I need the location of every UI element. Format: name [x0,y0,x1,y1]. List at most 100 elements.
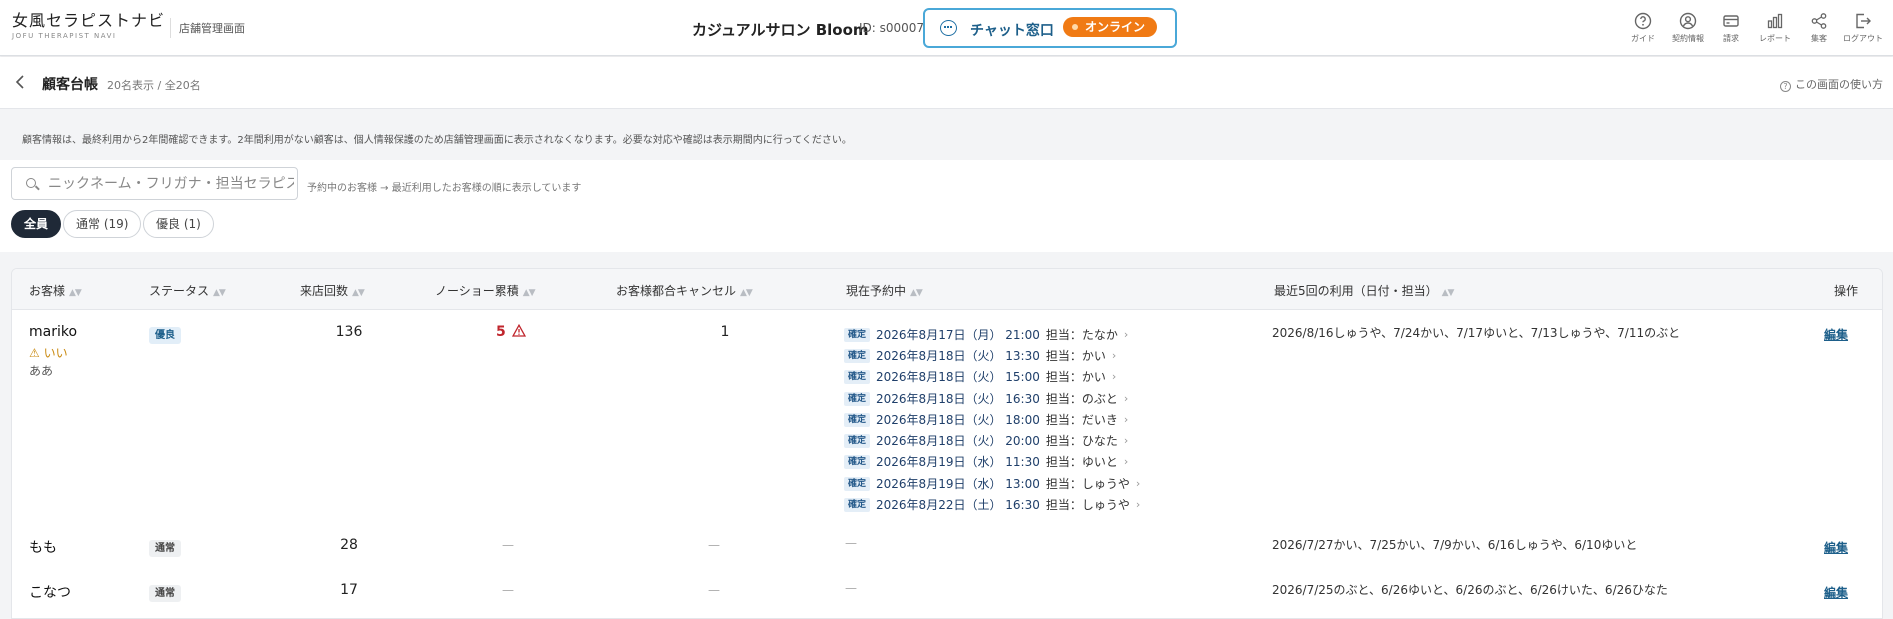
column-status[interactable]: ステータス ▲▼ [149,282,226,299]
current-reservation: — [845,581,857,595]
visit-count: 136 [335,324,363,340]
recent-visits: 2026/7/27かい、7/25かい、7/9かい、6/16しゅうや、6/10ゆい… [1272,538,1638,552]
noshow-count: — [502,583,514,597]
status-badge: 通常 [149,540,181,557]
sort-hint: 予約中のお客様 → 最近利用したお客様の順に表示しています [307,183,582,194]
confirmed-badge: 確定 [844,433,871,448]
nav-label: 請求 [1723,34,1739,43]
reservation-item[interactable]: 確定 2026年8月18日（火） 18:00 担当：だいき › [844,409,1128,427]
nav-marketing[interactable]: 集客 [1796,12,1842,44]
customer-name[interactable]: mariko [29,324,77,340]
reservation-date: 2026年8月17日（月） 21:00 [876,328,1040,342]
chevron-right-icon: › [1123,413,1129,426]
cancel-count: 1 [720,324,730,340]
reservation-staff: 担当：しゅうや [1045,477,1130,491]
nav-billing[interactable]: 請求 [1708,12,1754,44]
reservation-date: 2026年8月18日（火） 16:30 [876,392,1040,406]
chat-bubble-icon [940,20,957,36]
column-cancel[interactable]: お客様都合キャンセル ▲▼ [616,282,753,299]
shop-name: カジュアルサロン Bloom [692,21,869,39]
customer-name[interactable]: こなつ [29,582,71,602]
retention-notice: 顧客情報は、最終利用から2年間確認できます。2年間利用がない顧客は、個人情報保護… [22,135,852,146]
brand-name: 女風セラピストナビ [12,11,166,30]
column-recent-visits[interactable]: 最近5回の利用（日付・担当） ▲▼ [1274,282,1455,299]
chevron-right-icon: › [1123,328,1129,341]
edit-button[interactable]: 編集 [1824,584,1848,601]
column-visits[interactable]: 来店回数 ▲▼ [300,282,365,299]
chat-label: チャット窓口 [970,23,1054,39]
cancel-count: — [708,538,720,552]
column-label: お客様 [29,284,66,298]
online-label: オンライン [1085,20,1146,34]
confirmed-badge: 確定 [844,369,871,384]
column-label: 現在予約中 [846,284,907,298]
chevron-right-icon: › [1111,349,1117,362]
howto-link[interactable]: ? この画面の使い方 [1780,76,1883,92]
reservation-staff: 担当：たなか [1045,328,1118,342]
confirmed-badge: 確定 [844,327,871,342]
customer-name[interactable]: もも [29,537,57,557]
column-current-reservation[interactable]: 現在予約中 ▲▼ [846,282,923,299]
chat-window-button[interactable]: チャット窓口 オンライン [923,8,1177,48]
reservation-item[interactable]: 確定 2026年8月19日（水） 13:00 担当：しゅうや › [844,473,1140,491]
column-label: ステータス [149,284,210,298]
visit-count: 17 [340,582,358,598]
reservation-item[interactable]: 確定 2026年8月18日（火） 20:00 担当：ひなた › [844,430,1128,448]
sort-icon: ▲▼ [69,288,82,298]
help-circle-icon [1634,12,1652,30]
column-action: 操作 [1834,284,1859,298]
reservation-item[interactable]: 確定 2026年8月18日（火） 15:00 担当：かい › [844,366,1116,384]
brand-divider [170,18,171,38]
column-label: 来店回数 [300,284,349,298]
nav-label: ガイド [1631,34,1655,43]
reservation-item[interactable]: 確定 2026年8月18日（火） 13:30 担当：かい › [844,345,1116,363]
reservation-item[interactable]: 確定 2026年8月22日（土） 16:30 担当：しゅうや › [844,494,1140,512]
column-noshow[interactable]: ノーショー累積 ▲▼ [435,282,536,299]
page-title: 顧客台帳 [42,77,98,93]
reservation-staff: 担当：しゅうや [1045,498,1130,512]
back-chevron-icon[interactable] [14,74,28,90]
chevron-right-icon: › [1123,392,1129,405]
search-input[interactable] [48,173,294,195]
nav-label: ログアウト [1843,34,1883,43]
reservation-item[interactable]: 確定 2026年8月18日（火） 16:30 担当：のぶと › [844,388,1128,406]
filter-normal[interactable]: 通常 (19) [63,210,142,238]
confirmed-badge: 確定 [844,476,871,491]
nav-contract[interactable]: 契約情報 [1665,12,1711,44]
customer-warning: ⚠ いい [29,346,68,360]
filter-good[interactable]: 優良 (1) [143,210,214,238]
noshow-count: — [502,538,514,552]
confirmed-badge: 確定 [844,454,871,469]
recent-visits: 2026/7/25のぶと、6/26ゆいと、6/26のぶと、6/26けいた、6/2… [1272,583,1668,597]
visit-count: 28 [340,537,358,553]
chevron-right-icon: › [1135,477,1141,490]
nav-guide[interactable]: ガイド [1620,12,1666,44]
column-label: お客様都合キャンセル [616,284,737,298]
nav-logout[interactable]: ログアウト [1840,12,1886,44]
search-box[interactable] [11,167,298,200]
status-badge: 通常 [149,585,181,602]
reservation-item[interactable]: 確定 2026年8月17日（月） 21:00 担当：たなか › [844,324,1128,342]
noshow-count: 5 [496,323,526,340]
filter-all[interactable]: 全員 [11,210,62,238]
edit-button[interactable]: 編集 [1824,539,1848,556]
reservation-date: 2026年8月18日（火） 15:00 [876,370,1040,384]
logout-icon [1856,13,1871,29]
reservation-date: 2026年8月18日（火） 13:30 [876,349,1040,363]
sort-icon: ▲▼ [1441,288,1455,298]
brand-logo[interactable]: 女風セラピストナビ JOFU THERAPIST NAVI [12,11,165,40]
edit-button[interactable]: 編集 [1824,326,1848,343]
column-customer[interactable]: お客様 ▲▼ [29,282,82,299]
reservation-item[interactable]: 確定 2026年8月19日（水） 11:30 担当：ゆいと › [844,451,1128,469]
reservation-staff: 担当：かい [1045,370,1106,384]
reservation-staff: 担当：だいき [1045,413,1118,427]
nav-report[interactable]: レポート [1752,12,1798,44]
reservation-staff: 担当：ゆいと [1045,455,1118,469]
current-reservation: — [845,536,857,550]
online-status-badge: オンライン [1063,17,1158,37]
user-circle-icon [1679,12,1697,30]
cancel-count: — [708,583,720,597]
reservation-staff: 担当：かい [1045,349,1106,363]
sort-icon: ▲▼ [740,288,753,298]
app-header: 女風セラピストナビ JOFU THERAPIST NAVI 店舗管理画面 カジュ… [0,0,1893,56]
